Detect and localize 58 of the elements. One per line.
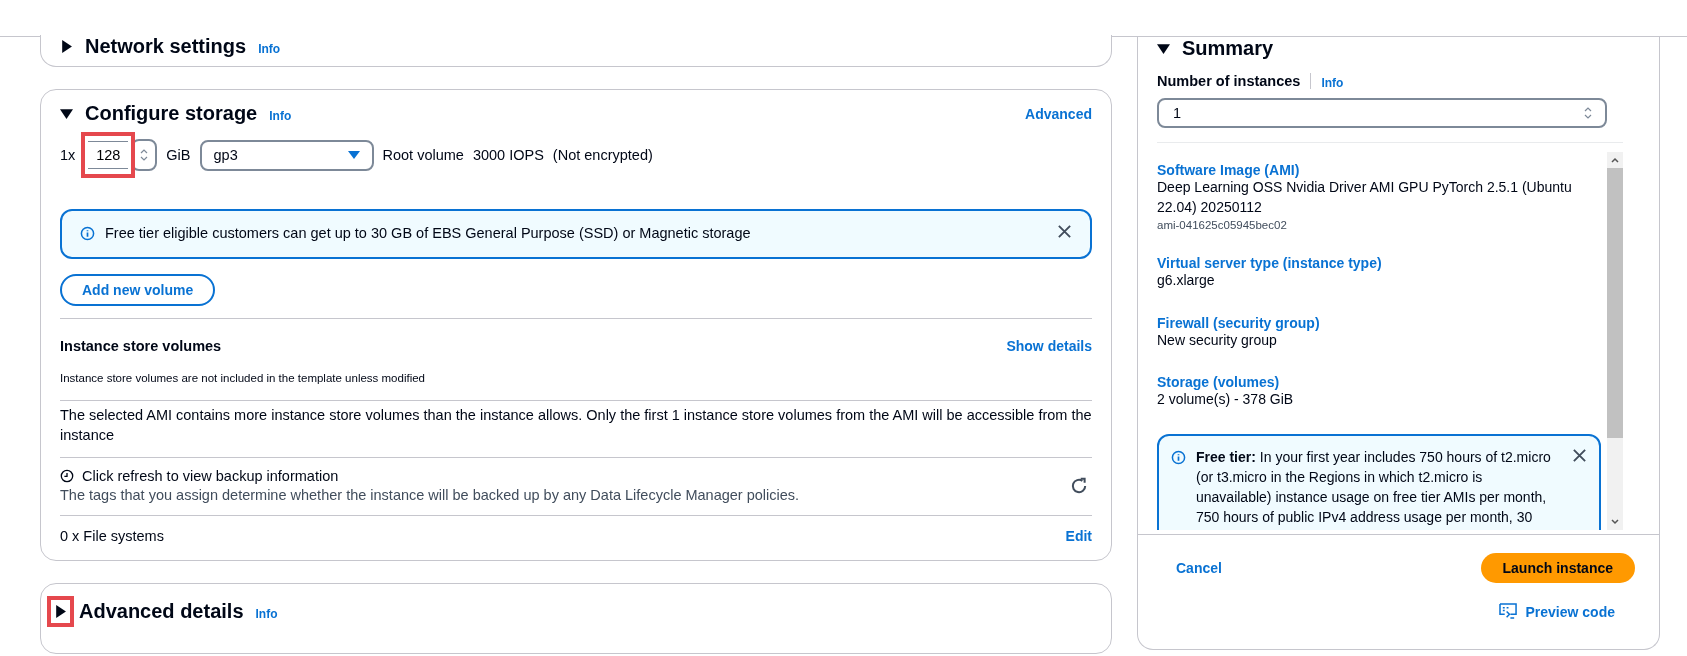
close-button[interactable]	[1572, 447, 1587, 463]
preview-code-link[interactable]: Preview code	[1498, 603, 1615, 620]
volume-detail: (Not encrypted)	[552, 147, 653, 163]
collapse-caret-icon[interactable]	[60, 107, 73, 120]
summary-value: 2 volume(s) - 378 GiB	[1157, 390, 1295, 410]
backup-description: The tags that you assign determine whether the instance will be backed up by any Data Lifecycle Manager policies.	[60, 487, 800, 504]
unit-label: GiB	[166, 147, 191, 163]
summary-value: New security group	[1157, 331, 1278, 350]
clock-icon	[60, 469, 74, 484]
show-details-link[interactable]: Show details	[1006, 337, 1092, 354]
subsection-title: Instance store volumes	[60, 337, 222, 354]
info-link[interactable]: Info	[258, 41, 281, 56]
advanced-link[interactable]: Advanced	[1025, 105, 1092, 122]
expand-caret-icon[interactable]	[60, 40, 73, 53]
add-volume-button[interactable]: Add new volume	[60, 273, 216, 306]
volume-count: 1x	[60, 147, 76, 163]
summary-link[interactable]: Software Image (AMI)	[1157, 162, 1607, 178]
stepper-arrows-icon	[139, 147, 150, 163]
section-title: Advanced details	[79, 600, 244, 624]
alert-text: Free tier eligible customers can get up to 30 GB of EBS General Purpose (SSD) or Magnetic storage	[105, 224, 752, 243]
note-text: Instance store volumes are not included in the template unless modified	[60, 371, 426, 384]
collapse-caret-icon[interactable]	[1157, 42, 1170, 55]
info-icon	[80, 226, 95, 241]
dropdown-caret-icon	[347, 150, 360, 160]
edit-link[interactable]: Edit	[1065, 528, 1092, 545]
info-link[interactable]: Info	[1321, 76, 1344, 90]
summary-link[interactable]: Storage (volumes)	[1157, 374, 1607, 391]
section-title: Network settings	[85, 35, 247, 58]
summary-value: g6.xlarge	[1157, 271, 1216, 291]
scrollbar[interactable]	[1607, 152, 1623, 530]
alert-text: Free tier: In your first year includes 750 hours of t2.micro (or t3.micro in the Regions in which t2.micro is unavailable) instance usage on free tier AMIs per month, 750 hours of public IPv4 address usage per month, 30	[1196, 447, 1552, 527]
file-systems-label: 0 x File systems	[60, 528, 164, 545]
scroll-up-icon[interactable]	[1610, 155, 1620, 165]
field-label: Number of instances	[1157, 73, 1301, 89]
volume-detail: 3000 IOPS	[472, 147, 544, 163]
info-link[interactable]: Info	[269, 108, 292, 123]
expand-caret-icon[interactable]	[54, 605, 67, 619]
info-link[interactable]: Info	[255, 606, 278, 621]
refresh-button[interactable]	[1070, 476, 1088, 495]
summary-link[interactable]: Virtual server type (instance type)	[1157, 255, 1607, 272]
volume-type-select[interactable]: gp3	[199, 139, 374, 171]
volume-detail: Root volume	[382, 147, 464, 163]
panel-title: Summary	[1182, 37, 1274, 60]
launch-button[interactable]: Launch instance	[1480, 553, 1635, 583]
code-screen-icon	[1498, 603, 1518, 620]
close-button[interactable]	[1057, 224, 1072, 239]
summary-link[interactable]: Firewall (security group)	[1157, 314, 1607, 331]
cancel-button[interactable]: Cancel	[1176, 556, 1222, 580]
ami-id: ami-041625c05945bec02	[1157, 219, 1288, 232]
summary-value: Deep Learning OSS Nvidia Driver AMI GPU PyTorch 2.5.1 (Ubuntu 22.04) 20250112	[1157, 178, 1573, 217]
backup-title: Click refresh to view backup information	[82, 468, 339, 485]
info-icon	[1171, 449, 1186, 465]
instances-input[interactable]: 1	[1157, 98, 1607, 128]
stepper-arrows-icon	[1583, 105, 1593, 121]
section-title: Configure storage	[85, 102, 258, 125]
scroll-down-icon[interactable]	[1610, 517, 1620, 527]
warning-text: The selected AMI contains more instance store volumes than the instance allows. Only the first 1 instance store volumes from the AMI will be accessible from the instance	[60, 405, 1092, 445]
size-input[interactable]: 128	[88, 141, 129, 169]
